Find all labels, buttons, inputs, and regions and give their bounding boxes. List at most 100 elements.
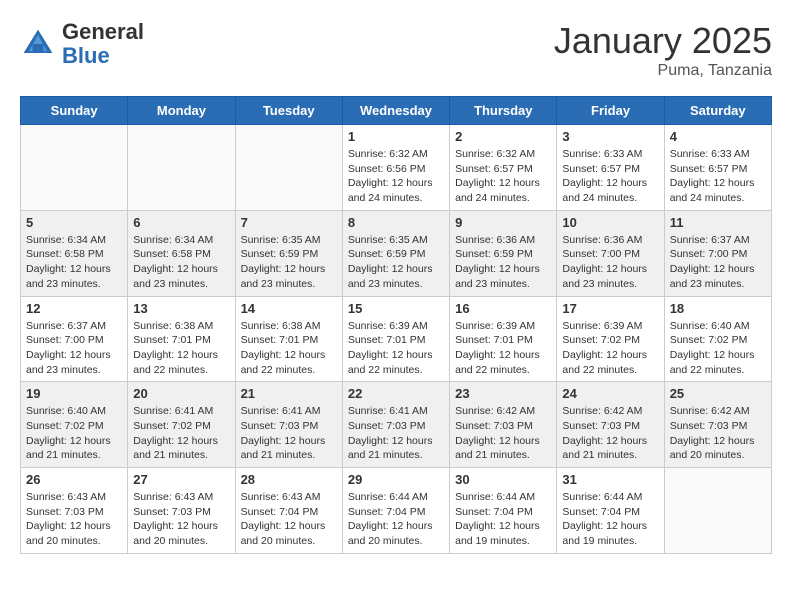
day-info: Sunrise: 6:33 AMSunset: 6:57 PMDaylight:… [670, 147, 766, 206]
calendar-day-cell: 26Sunrise: 6:43 AMSunset: 7:03 PMDayligh… [21, 468, 128, 554]
day-number: 16 [455, 301, 551, 316]
calendar-day-cell [664, 468, 771, 554]
day-info: Sunrise: 6:43 AMSunset: 7:03 PMDaylight:… [133, 490, 229, 549]
calendar-day-cell: 17 Sunrise: 6:39 AMSunset: 7:02 PMDayligh… [557, 296, 664, 382]
day-info: Sunrise: 6:36 AMSunset: 7:00 PMDaylight:… [562, 233, 658, 292]
day-number: 3 [562, 129, 658, 144]
weekday-header-wednesday: Wednesday [342, 97, 449, 125]
day-info: Sunrise: 6:44 AMSunset: 7:04 PMDaylight:… [455, 490, 551, 549]
calendar-day-cell: 10 Sunrise: 6:36 AMSunset: 7:00 PMDayligh… [557, 210, 664, 296]
weekday-header-saturday: Saturday [664, 97, 771, 125]
day-number: 20 [133, 386, 229, 401]
month-title: January 2025 [554, 20, 772, 62]
day-number: 29 [348, 472, 444, 487]
calendar-day-cell: 25 Sunrise: 6:42 AMSunset: 7:03 PMDayligh… [664, 382, 771, 468]
weekday-header-thursday: Thursday [450, 97, 557, 125]
calendar-day-cell: 29 Sunrise: 6:44 AMSunset: 7:04 PMDayligh… [342, 468, 449, 554]
weekday-header-sunday: Sunday [21, 97, 128, 125]
day-number: 15 [348, 301, 444, 316]
calendar-day-cell: 7Sunrise: 6:35 AMSunset: 6:59 PMDaylight… [235, 210, 342, 296]
day-number: 6 [133, 215, 229, 230]
day-number: 2 [455, 129, 551, 144]
day-number: 25 [670, 386, 766, 401]
weekday-header-row: SundayMondayTuesdayWednesdayThursdayFrid… [21, 97, 772, 125]
day-info: Sunrise: 6:42 AMSunset: 7:03 PMDaylight:… [562, 404, 658, 463]
calendar-day-cell: 24 Sunrise: 6:42 AMSunset: 7:03 PMDayligh… [557, 382, 664, 468]
day-info: Sunrise: 6:41 AMSunset: 7:02 PMDaylight:… [133, 404, 229, 463]
calendar-day-cell: 27 Sunrise: 6:43 AMSunset: 7:03 PMDayligh… [128, 468, 235, 554]
day-info: Sunrise: 6:43 AMSunset: 7:04 PMDaylight:… [241, 490, 337, 549]
weekday-header-friday: Friday [557, 97, 664, 125]
calendar-day-cell: 23Sunrise: 6:42 AMSunset: 7:03 PMDayligh… [450, 382, 557, 468]
day-info: Sunrise: 6:33 AMSunset: 6:57 PMDaylight:… [562, 147, 658, 206]
logo-general: General [62, 19, 144, 44]
day-info: Sunrise: 6:37 AMSunset: 7:00 PMDaylight:… [26, 319, 122, 378]
calendar-day-cell: 3 Sunrise: 6:33 AMSunset: 6:57 PMDaylight… [557, 125, 664, 211]
calendar-day-cell: 8Sunrise: 6:35 AMSunset: 6:59 PMDaylight… [342, 210, 449, 296]
day-number: 24 [562, 386, 658, 401]
weekday-header-tuesday: Tuesday [235, 97, 342, 125]
calendar-day-cell: 6 Sunrise: 6:34 AMSunset: 6:58 PMDaylight… [128, 210, 235, 296]
calendar-week-row: 5Sunrise: 6:34 AMSunset: 6:58 PMDaylight… [21, 210, 772, 296]
calendar-day-cell: 31 Sunrise: 6:44 AMSunset: 7:04 PMDayligh… [557, 468, 664, 554]
calendar-day-cell: 11 Sunrise: 6:37 AMSunset: 7:00 PMDayligh… [664, 210, 771, 296]
calendar-day-cell: 16Sunrise: 6:39 AMSunset: 7:01 PMDayligh… [450, 296, 557, 382]
day-info: Sunrise: 6:39 AMSunset: 7:02 PMDaylight:… [562, 319, 658, 378]
day-number: 1 [348, 129, 444, 144]
calendar-week-row: 12 Sunrise: 6:37 AMSunset: 7:00 PMDayligh… [21, 296, 772, 382]
day-number: 27 [133, 472, 229, 487]
day-info: Sunrise: 6:41 AMSunset: 7:03 PMDaylight:… [348, 404, 444, 463]
day-number: 22 [348, 386, 444, 401]
calendar-week-row: 26 Sunrise: 6:43 AMSunset: 7:03 PMDayligh… [21, 468, 772, 554]
calendar-day-cell: 21 Sunrise: 6:41 AMSunset: 7:03 PMDayligh… [235, 382, 342, 468]
calendar-day-cell: 13Sunrise: 6:38 AMSunset: 7:01 PMDayligh… [128, 296, 235, 382]
day-number: 31 [562, 472, 658, 487]
calendar-day-cell: 30 Sunrise: 6:44 AMSunset: 7:04 PMDayligh… [450, 468, 557, 554]
day-number: 10 [562, 215, 658, 230]
day-number: 14 [241, 301, 337, 316]
day-number: 23 [455, 386, 551, 401]
day-info: Sunrise: 6:40 AMSunset: 7:02 PMDaylight:… [26, 404, 122, 463]
day-info: Sunrise: 6:44 AMSunset: 7:04 PMDaylight:… [562, 490, 658, 549]
day-info: Sunrise: 6:35 AMSunset: 6:59 PMDaylight:… [241, 233, 337, 292]
calendar-day-cell: 4 Sunrise: 6:33 AMSunset: 6:57 PMDaylight… [664, 125, 771, 211]
day-info: Sunrise: 6:34 AMSunset: 6:58 PMDaylight:… [133, 233, 229, 292]
weekday-header-monday: Monday [128, 97, 235, 125]
day-number: 9 [455, 215, 551, 230]
calendar-day-cell: 28Sunrise: 6:43 AMSunset: 7:04 PMDayligh… [235, 468, 342, 554]
day-number: 4 [670, 129, 766, 144]
day-info: Sunrise: 6:39 AMSunset: 7:01 PMDaylight:… [348, 319, 444, 378]
day-number: 11 [670, 215, 766, 230]
day-number: 30 [455, 472, 551, 487]
calendar-day-cell: 1Sunrise: 6:32 AMSunset: 6:56 PMDaylight… [342, 125, 449, 211]
calendar-day-cell [128, 125, 235, 211]
day-info: Sunrise: 6:38 AMSunset: 7:01 PMDaylight:… [241, 319, 337, 378]
calendar-day-cell: 20 Sunrise: 6:41 AMSunset: 7:02 PMDayligh… [128, 382, 235, 468]
day-number: 17 [562, 301, 658, 316]
day-info: Sunrise: 6:35 AMSunset: 6:59 PMDaylight:… [348, 233, 444, 292]
day-info: Sunrise: 6:36 AMSunset: 6:59 PMDaylight:… [455, 233, 551, 292]
logo-text: General Blue [62, 20, 144, 68]
day-info: Sunrise: 6:44 AMSunset: 7:04 PMDaylight:… [348, 490, 444, 549]
calendar-day-cell: 5Sunrise: 6:34 AMSunset: 6:58 PMDaylight… [21, 210, 128, 296]
day-info: Sunrise: 6:37 AMSunset: 7:00 PMDaylight:… [670, 233, 766, 292]
calendar-day-cell: 9 Sunrise: 6:36 AMSunset: 6:59 PMDaylight… [450, 210, 557, 296]
day-number: 26 [26, 472, 122, 487]
calendar-day-cell [235, 125, 342, 211]
day-number: 13 [133, 301, 229, 316]
calendar-week-row: 1Sunrise: 6:32 AMSunset: 6:56 PMDaylight… [21, 125, 772, 211]
calendar-day-cell [21, 125, 128, 211]
calendar-day-cell: 22 Sunrise: 6:41 AMSunset: 7:03 PMDayligh… [342, 382, 449, 468]
location-subtitle: Puma, Tanzania [554, 62, 772, 80]
day-info: Sunrise: 6:41 AMSunset: 7:03 PMDaylight:… [241, 404, 337, 463]
day-info: Sunrise: 6:40 AMSunset: 7:02 PMDaylight:… [670, 319, 766, 378]
day-info: Sunrise: 6:34 AMSunset: 6:58 PMDaylight:… [26, 233, 122, 292]
day-info: Sunrise: 6:42 AMSunset: 7:03 PMDaylight:… [670, 404, 766, 463]
day-number: 21 [241, 386, 337, 401]
page-header: General Blue January 2025 Puma, Tanzania [20, 20, 772, 80]
calendar-day-cell: 19Sunrise: 6:40 AMSunset: 7:02 PMDayligh… [21, 382, 128, 468]
day-info: Sunrise: 6:32 AMSunset: 6:57 PMDaylight:… [455, 147, 551, 206]
logo: General Blue [20, 20, 144, 68]
day-number: 12 [26, 301, 122, 316]
logo-icon [20, 26, 56, 62]
